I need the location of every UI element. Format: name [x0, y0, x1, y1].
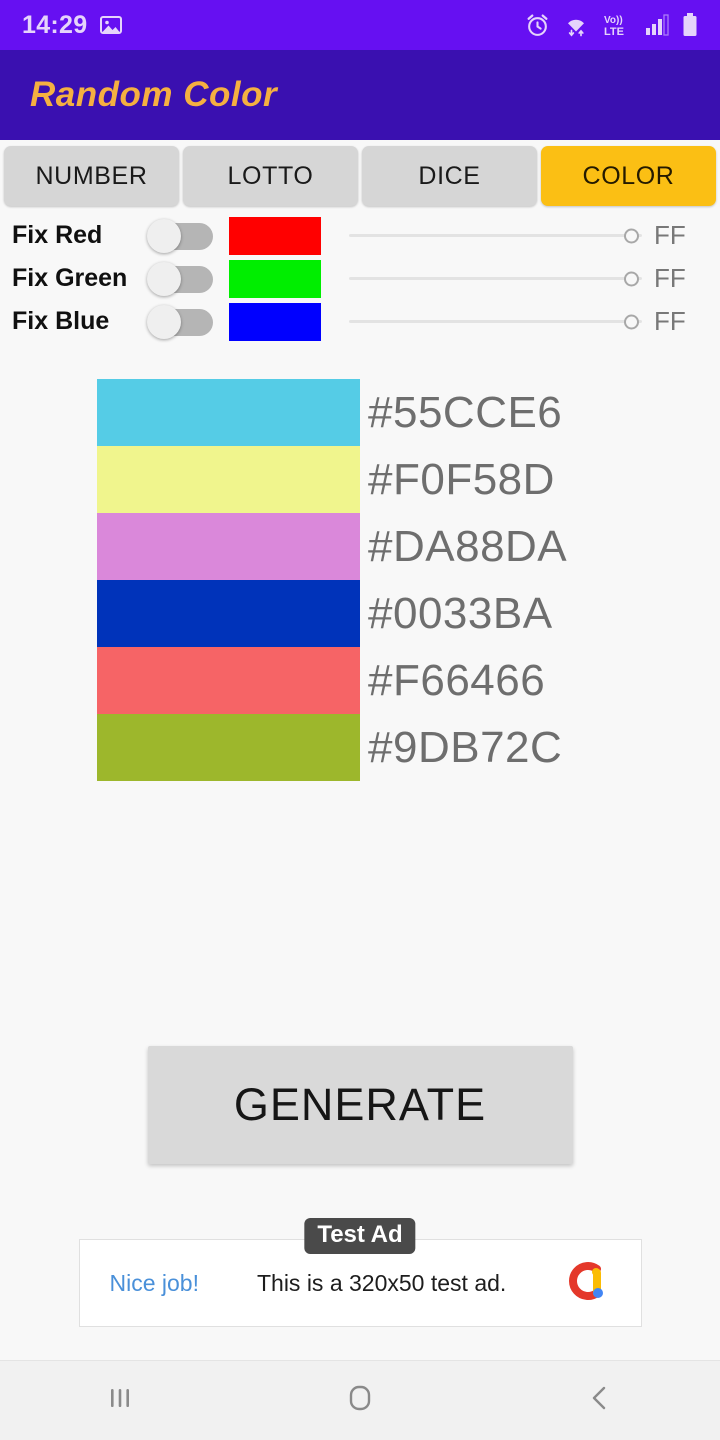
slider-track [349, 234, 642, 237]
svg-text:Vo)): Vo)) [604, 15, 623, 26]
wifi-icon [563, 13, 589, 38]
color-result-row: #F0F58D [97, 446, 720, 513]
fix-red-toggle[interactable] [147, 218, 213, 253]
ad-test-badge: Test Ad [304, 1218, 416, 1254]
color-hex-label: #F0F58D [368, 454, 555, 504]
green-channel-swatch [229, 259, 321, 298]
color-hex-label: #F66466 [368, 655, 546, 705]
image-icon [99, 13, 123, 37]
alarm-icon [525, 13, 550, 38]
slider-track [349, 277, 642, 280]
volte-icon: Vo)) LTE [602, 12, 632, 38]
home-icon [344, 1382, 376, 1419]
color-chip [97, 647, 360, 714]
fix-blue-toggle[interactable] [147, 304, 213, 339]
blue-slider[interactable] [349, 305, 642, 339]
color-result-row: #DA88DA [97, 513, 720, 580]
app-bar: Random Color [0, 50, 720, 140]
blue-slider-value: FF [654, 306, 686, 336]
home-button[interactable] [240, 1361, 480, 1440]
red-slider-value: FF [654, 220, 686, 250]
fix-green-label: Fix Green [12, 264, 128, 292]
toggle-thumb [147, 261, 181, 296]
ad-banner[interactable]: Nice job! This is a 320x50 test ad. Test… [78, 1218, 642, 1327]
slider-thumb[interactable] [624, 271, 639, 286]
red-slider[interactable] [349, 219, 642, 253]
generated-color-list: #55CCE6 #F0F58D #DA88DA #0033BA #F66466 … [0, 379, 720, 781]
generate-button-container: GENERATE [0, 1046, 720, 1164]
battery-icon [682, 13, 698, 37]
green-slider-value: FF [654, 263, 686, 293]
color-hex-label: #55CCE6 [368, 387, 563, 437]
color-chip [97, 446, 360, 513]
status-bar: 14:29 Vo)) LTE [0, 0, 720, 50]
fix-channel-section: Fix Red FF Fix Green FF Fix Blue FF [0, 208, 720, 347]
tab-number[interactable]: NUMBER [4, 146, 179, 206]
tab-lotto[interactable]: LOTTO [183, 146, 358, 206]
navigation-bar [0, 1360, 720, 1440]
fix-green-toggle[interactable] [147, 261, 213, 296]
status-bar-right: Vo)) LTE [525, 12, 698, 38]
color-chip [97, 513, 360, 580]
admob-logo-icon [567, 1258, 613, 1309]
color-result-row: #55CCE6 [97, 379, 720, 446]
color-hex-label: #DA88DA [368, 521, 568, 571]
app-title: Random Color [30, 75, 278, 114]
color-result-row: #0033BA [97, 580, 720, 647]
tab-bar: NUMBER LOTTO DICE COLOR [0, 140, 720, 208]
back-icon [585, 1383, 615, 1418]
recents-button[interactable] [0, 1361, 240, 1440]
ad-body-text: This is a 320x50 test ad. [256, 1269, 507, 1296]
slider-track [349, 320, 642, 323]
fix-blue-label: Fix Blue [12, 307, 110, 335]
color-chip [97, 580, 360, 647]
color-hex-label: #9DB72C [368, 722, 563, 772]
color-chip [97, 379, 360, 446]
fix-blue-row: Fix Blue FF [0, 300, 720, 343]
signal-icon [645, 14, 669, 36]
fix-green-row: Fix Green FF [0, 257, 720, 300]
color-hex-label: #0033BA [368, 588, 553, 638]
blue-channel-swatch [229, 302, 321, 341]
fix-red-row: Fix Red FF [0, 214, 720, 257]
red-channel-swatch [229, 216, 321, 255]
fix-red-label: Fix Red [12, 221, 103, 249]
phone-screen: 14:29 Vo)) LTE Random Color NUMBER LOTTO… [0, 0, 720, 1440]
slider-thumb[interactable] [624, 228, 639, 243]
status-clock: 14:29 [22, 10, 88, 39]
status-bar-left: 14:29 [22, 11, 123, 40]
color-chip [97, 714, 360, 781]
toggle-thumb [147, 218, 181, 253]
toggle-thumb [147, 304, 181, 339]
green-slider[interactable] [349, 262, 642, 296]
ad-container: Nice job! This is a 320x50 test ad. Test… [0, 1218, 720, 1327]
tab-dice[interactable]: DICE [362, 146, 537, 206]
slider-thumb[interactable] [624, 314, 639, 329]
color-result-row: #9DB72C [97, 714, 720, 781]
color-result-row: #F66466 [97, 647, 720, 714]
ad-cta-text[interactable]: Nice job! [110, 1270, 199, 1297]
tab-color[interactable]: COLOR [541, 146, 716, 206]
svg-text:LTE: LTE [604, 26, 624, 38]
recents-icon [105, 1383, 135, 1418]
generate-button[interactable]: GENERATE [147, 1046, 573, 1164]
back-button[interactable] [480, 1361, 720, 1440]
